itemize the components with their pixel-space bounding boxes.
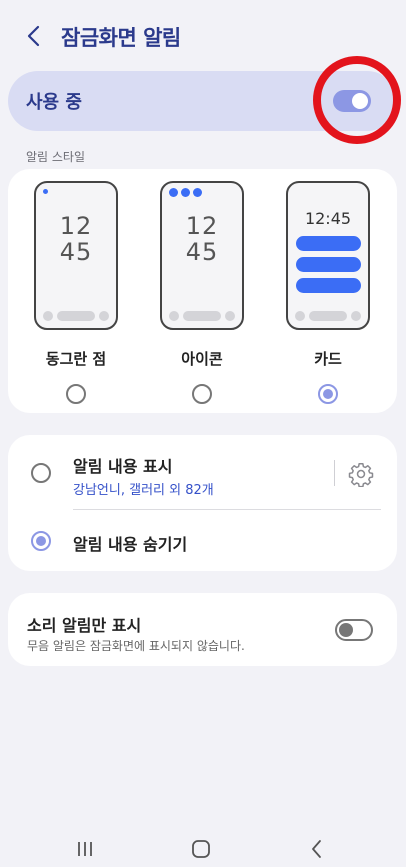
- show-content-apps: 강남언니, 갤러리 외 82개: [73, 483, 214, 498]
- master-switch-label: 사용 중: [26, 92, 82, 113]
- style-option-label: 동그란 점: [45, 350, 107, 368]
- preview-clock-hour: 12: [59, 212, 93, 240]
- style-option-label: 아이콘: [181, 350, 223, 368]
- preview-clock-minute: 45: [59, 238, 93, 266]
- gear-icon: [348, 462, 374, 488]
- toggle-knob: [352, 93, 368, 109]
- notification-card-bar: [296, 278, 361, 293]
- system-back-button[interactable]: [302, 838, 332, 860]
- style-radio-card[interactable]: [318, 384, 338, 404]
- preview-clock-hour: 12: [185, 212, 219, 240]
- home-icon: [192, 840, 210, 858]
- recent-apps-icon: [78, 842, 92, 856]
- phone-preview-dot: 12 45: [34, 181, 118, 330]
- recent-apps-button[interactable]: [70, 838, 100, 860]
- style-radio-icon[interactable]: [192, 384, 212, 404]
- hide-content-label[interactable]: 알림 내용 숨기기: [73, 531, 187, 555]
- notification-icons: [169, 188, 202, 197]
- style-option-card[interactable]: 12:45 카드: [283, 181, 373, 404]
- app-icon: [181, 188, 190, 197]
- sound-only-toggle[interactable]: [335, 619, 373, 641]
- chevron-left-icon: [27, 25, 40, 47]
- home-button[interactable]: [186, 838, 216, 860]
- style-radio-dot[interactable]: [66, 384, 86, 404]
- preview-bottom-bar: [43, 311, 109, 321]
- preview-clock: 12 45: [162, 213, 242, 265]
- sound-only-card[interactable]: 소리 알림만 표시 무음 알림은 잠금화면에 표시되지 않습니다.: [8, 593, 397, 666]
- app-header: 잠금화면 알림: [0, 0, 406, 72]
- phone-preview-card: 12:45: [286, 181, 370, 330]
- phone-preview-icon: 12 45: [160, 181, 244, 330]
- notification-card-bar: [296, 257, 361, 272]
- sound-only-description: 무음 알림은 잠금화면에 표시되지 않습니다.: [27, 639, 245, 653]
- app-icon: [193, 188, 202, 197]
- show-content-radio[interactable]: [31, 463, 51, 483]
- section-label-notification-style: 알림 스타일: [26, 150, 86, 164]
- preview-clock-minute: 45: [185, 238, 219, 266]
- back-button[interactable]: [20, 22, 48, 50]
- row-divider: [73, 509, 381, 510]
- content-settings-button[interactable]: [348, 461, 374, 488]
- notification-card-bar: [296, 236, 361, 251]
- notification-style-card: 12 45 동그란 점 12 45 아이콘 12:45 카드: [8, 169, 397, 413]
- back-icon: [312, 840, 321, 858]
- system-navigation-bar: [0, 828, 406, 867]
- master-toggle[interactable]: [333, 90, 371, 112]
- preview-bottom-bar: [295, 311, 361, 321]
- hide-content-radio[interactable]: [31, 531, 51, 551]
- style-option-dot[interactable]: 12 45 동그란 점: [31, 181, 121, 404]
- show-content-label[interactable]: 알림 내용 표시: [73, 453, 172, 477]
- preview-clock: 12:45: [304, 209, 352, 228]
- preview-bottom-bar: [169, 311, 235, 321]
- master-switch-row[interactable]: 사용 중: [8, 71, 397, 131]
- sound-only-title: 소리 알림만 표시: [27, 616, 142, 635]
- vertical-divider: [334, 460, 335, 486]
- page-title: 잠금화면 알림: [61, 26, 181, 50]
- app-icon: [169, 188, 178, 197]
- style-option-icon[interactable]: 12 45 아이콘: [157, 181, 247, 404]
- style-option-label: 카드: [314, 350, 342, 368]
- toggle-knob: [339, 623, 353, 637]
- content-visibility-card: 알림 내용 표시 강남언니, 갤러리 외 82개 알림 내용 숨기기: [8, 435, 397, 571]
- notification-dot-icon: [43, 189, 48, 194]
- preview-clock: 12 45: [36, 213, 116, 265]
